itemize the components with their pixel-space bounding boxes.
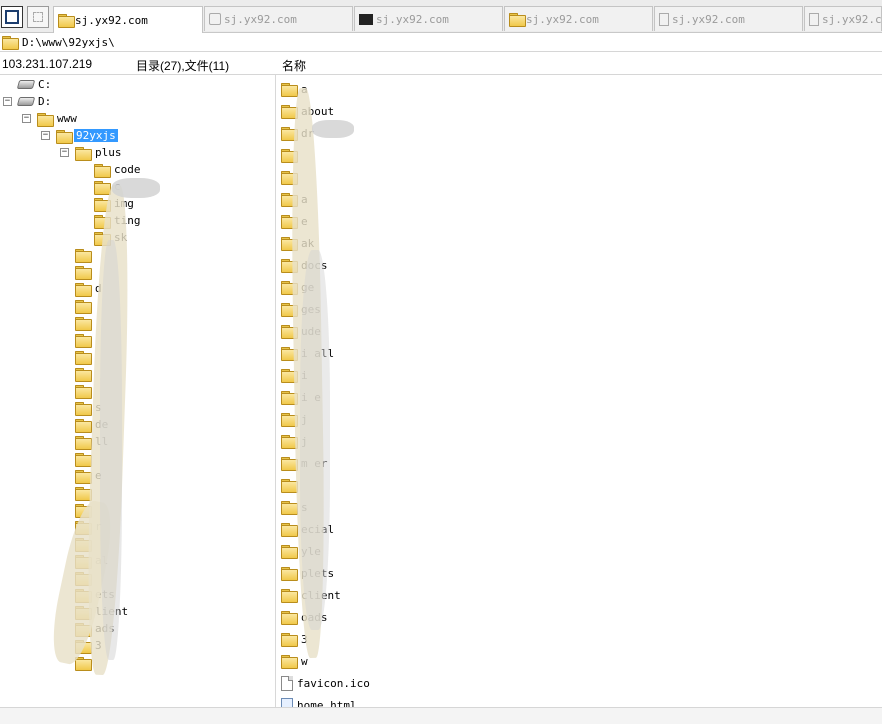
folder-row[interactable]: w xyxy=(281,650,308,672)
tree-item[interactable]: − D: xyxy=(3,93,52,110)
terminal-icon xyxy=(359,13,373,25)
file-row[interactable]: home.html xyxy=(281,694,357,708)
folder-icon xyxy=(509,13,526,27)
tab-label: sj.yx92.com xyxy=(822,12,882,26)
file-name: w xyxy=(301,654,308,668)
tree-item[interactable] xyxy=(75,263,95,280)
folder-icon xyxy=(75,282,92,297)
document-icon xyxy=(809,12,819,26)
drive-icon xyxy=(16,97,36,106)
folder-icon xyxy=(281,633,298,647)
tree-item-label: C: xyxy=(38,78,52,91)
collapse-toggle-icon[interactable]: − xyxy=(41,131,50,140)
tab-label: sj.yx92.com xyxy=(224,12,297,26)
tree-item-label: plus xyxy=(95,146,122,159)
folder-icon xyxy=(281,611,298,625)
tab-label: sj.yx92.com xyxy=(526,12,599,26)
tree-item[interactable]: − plus xyxy=(60,144,122,161)
info-bar: 103.231.107.219 目录(27),文件(11) 名称 xyxy=(0,53,882,75)
folder-icon xyxy=(75,452,92,467)
tab-bar: sj.yx92.com sj.yx92.com sj.yx92.com sj.y… xyxy=(0,0,882,33)
server-ip: 103.231.107.219 xyxy=(2,57,93,71)
file-icon xyxy=(281,675,293,691)
database-icon xyxy=(209,13,221,25)
current-path[interactable]: D:\www\92yxjs\ xyxy=(22,36,115,49)
folder-icon xyxy=(75,367,92,382)
folder-icon xyxy=(281,479,298,493)
tab-document[interactable]: sj.yx92.com xyxy=(654,6,803,31)
blank-tab-icon[interactable] xyxy=(27,6,49,28)
folder-icon xyxy=(75,435,92,450)
folder-icon xyxy=(56,129,73,144)
tree-item[interactable]: − www xyxy=(22,110,77,127)
directory-tree: C:−D:−www−92yxjs−pluscodecimgtingskdsdel… xyxy=(0,76,275,706)
folder-icon xyxy=(75,384,92,399)
file-row[interactable]: favicon.ico xyxy=(281,672,370,694)
tree-item[interactable] xyxy=(75,297,95,314)
collapse-toggle-icon[interactable]: − xyxy=(60,148,69,157)
folder-icon xyxy=(37,112,54,127)
folder-icon xyxy=(281,523,298,537)
folder-icon xyxy=(58,14,75,28)
tree-item[interactable]: − 92yxjs xyxy=(41,127,118,144)
tree-item-label: 92yxjs xyxy=(74,129,118,142)
folder-icon xyxy=(75,469,92,484)
folder-icon xyxy=(281,83,298,97)
file-list: aaboutdraeakdocsgegesudei allii ejjm ers… xyxy=(276,78,882,708)
tree-item[interactable]: code xyxy=(94,161,141,178)
folder-icon xyxy=(75,299,92,314)
folder-icon xyxy=(75,333,92,348)
folder-icon xyxy=(75,418,92,433)
panel-toggle-icon[interactable] xyxy=(1,6,23,28)
tree-item-label: code xyxy=(114,163,141,176)
redaction-overlay xyxy=(100,240,122,660)
folder-icon xyxy=(75,316,92,331)
collapse-toggle-icon[interactable]: − xyxy=(3,97,12,106)
tree-item[interactable] xyxy=(75,246,95,263)
file-name: favicon.ico xyxy=(297,676,370,690)
tree-item[interactable] xyxy=(75,348,95,365)
tab-label: sj.yx92.com xyxy=(75,13,148,27)
folder-icon xyxy=(75,350,92,365)
folder-icon xyxy=(281,655,298,669)
redaction-overlay xyxy=(112,178,160,198)
tab-label: sj.yx92.com xyxy=(672,12,745,26)
tree-item[interactable] xyxy=(75,365,95,382)
drive-icon xyxy=(16,80,36,89)
horizontal-scrollbar[interactable] xyxy=(0,707,882,724)
collapse-toggle-icon[interactable]: − xyxy=(22,114,31,123)
folder-icon xyxy=(281,501,298,515)
tree-item[interactable] xyxy=(75,382,95,399)
tree-item-label: www xyxy=(57,112,77,125)
folder-icon xyxy=(75,146,92,161)
folder-icon xyxy=(281,567,298,581)
tab-database[interactable]: sj.yx92.com xyxy=(204,6,353,31)
tree-item[interactable] xyxy=(75,331,95,348)
folder-icon xyxy=(2,36,19,50)
path-bar[interactable]: D:\www\92yxjs\ xyxy=(0,33,882,52)
tree-item-label: D: xyxy=(38,95,52,108)
folder-icon xyxy=(75,401,92,416)
item-count: 目录(27),文件(11) xyxy=(136,59,230,73)
redaction-overlay xyxy=(312,120,354,138)
folder-icon xyxy=(75,248,92,263)
tab-file-manager[interactable]: sj.yx92.com xyxy=(53,6,203,33)
tree-item[interactable] xyxy=(75,314,95,331)
folder-icon xyxy=(281,545,298,559)
tab-file-manager-2[interactable]: sj.yx92.com xyxy=(504,6,653,31)
redaction-overlay xyxy=(300,250,330,630)
folder-icon xyxy=(94,163,111,178)
column-header-name[interactable]: 名称 xyxy=(282,57,306,74)
folder-icon xyxy=(281,589,298,603)
folder-icon xyxy=(94,180,111,195)
tab-terminal[interactable]: sj.yx92.com xyxy=(354,6,503,31)
document-icon xyxy=(659,12,669,26)
folder-icon xyxy=(75,265,92,280)
tree-item[interactable]: C: xyxy=(16,76,52,93)
folder-icon xyxy=(75,486,92,501)
tab-document-2[interactable]: sj.yx92.com xyxy=(804,6,882,31)
tab-label: sj.yx92.com xyxy=(376,12,449,26)
